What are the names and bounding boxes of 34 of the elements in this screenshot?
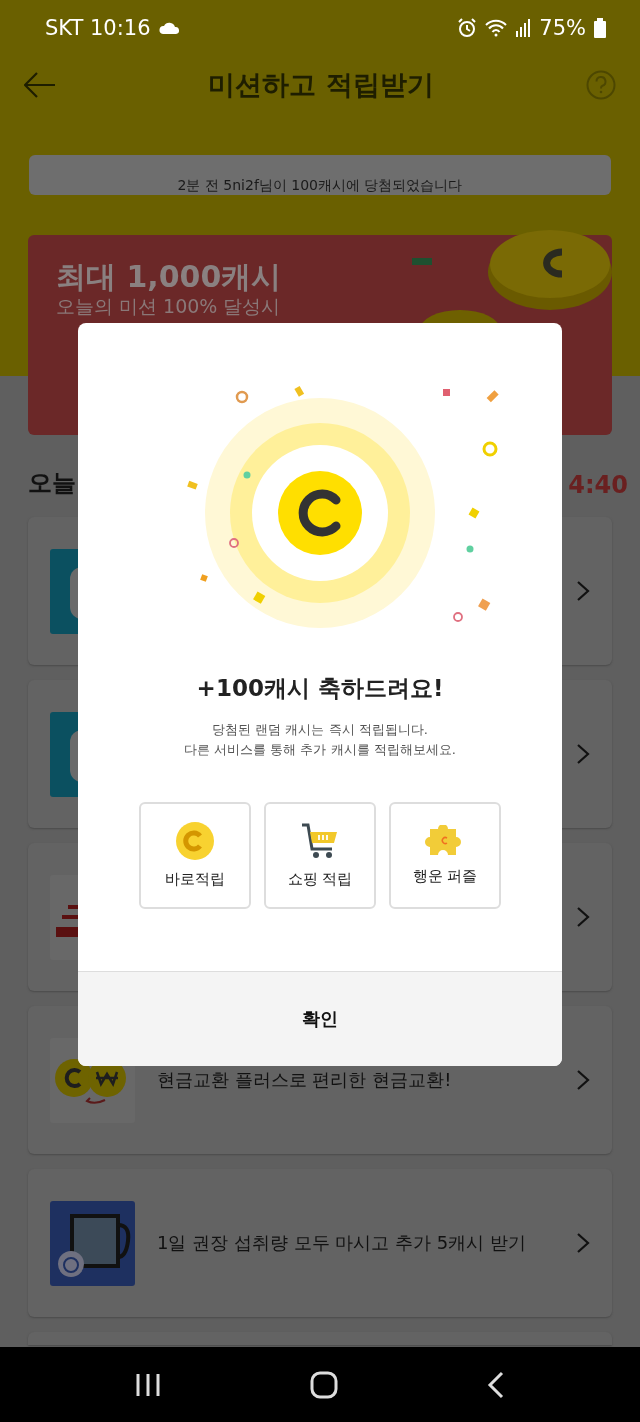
countdown-timer: 4:40 [568, 471, 628, 499]
coin-icon [176, 822, 214, 860]
recent-apps-icon[interactable] [134, 1372, 161, 1397]
status-time: SKT 10:16 [45, 15, 151, 40]
back-icon[interactable] [24, 72, 56, 98]
section-title: 오늘 [28, 468, 76, 499]
back-nav-icon[interactable] [487, 1370, 506, 1399]
mission-text: 현금교환 플러스로 편리한 현금교환! [157, 1068, 452, 1092]
reward-option-button[interactable]: 바로적립 [139, 802, 251, 909]
home-icon[interactable] [310, 1370, 338, 1399]
reward-option-button[interactable]: 행운 퍼즐 [389, 802, 501, 909]
banner-title: 최대 1,000캐시 [56, 259, 283, 295]
mission-text: 1일 권장 섭취량 모두 마시고 추가 5캐시 받기 [157, 1231, 526, 1255]
wifi-icon [485, 18, 508, 37]
signal-icon [515, 18, 532, 37]
dialog-title: +100캐시 축하드려요! [196, 674, 444, 703]
dialog-message: 다른 서비스를 통해 추가 캐시를 적립해보세요. [184, 741, 456, 759]
battery-icon [594, 17, 606, 38]
banner-subtitle: 오늘의 미션 100% 달성시 [56, 295, 282, 317]
chevron-right-icon [576, 743, 590, 765]
cart-icon [301, 822, 339, 860]
battery-level: 75% [539, 15, 586, 40]
page-title: 미션하고 적립받기 [208, 68, 434, 102]
confirm-button[interactable]: 확인 [78, 971, 562, 1066]
notice-toast: 2분 전 5ni2f님이 100캐시에 당첨되었습니다 [29, 155, 611, 195]
alarm-icon [457, 17, 478, 38]
reward-option-button[interactable]: 쇼핑 적립 [264, 802, 376, 909]
chevron-right-icon [576, 580, 590, 602]
chevron-right-icon [576, 1069, 590, 1091]
dialog-message: 당첨된 랜덤 캐시는 즉시 적립됩니다. [212, 721, 428, 739]
water-cup-icon [50, 1200, 135, 1286]
chevron-right-icon [576, 1232, 590, 1254]
chevron-right-icon [576, 906, 590, 928]
cloud-icon [158, 21, 181, 34]
